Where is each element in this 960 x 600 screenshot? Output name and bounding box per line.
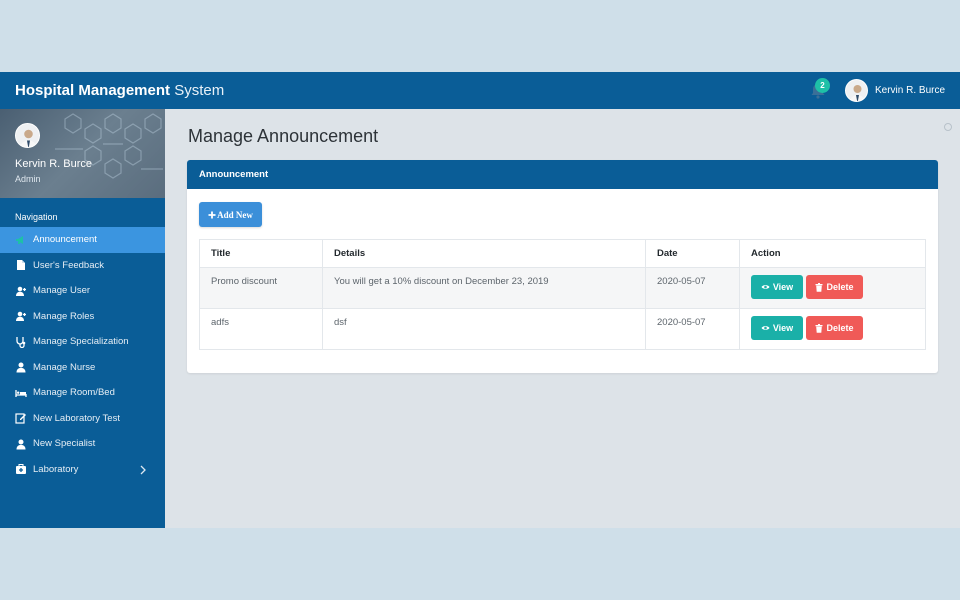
sidebar-item-laboratory[interactable]: Laboratory (0, 457, 165, 483)
trash-icon (815, 282, 823, 292)
plus-icon (208, 211, 216, 218)
view-button[interactable]: View (751, 275, 803, 299)
card-title: Announcement (199, 169, 269, 180)
sidebar-item-users-feedback[interactable]: User's Feedback (0, 253, 165, 279)
profile-role: Admin (15, 174, 41, 184)
delete-button[interactable]: Delete (806, 275, 863, 299)
trash-icon (815, 323, 823, 333)
announcement-card: Announcement Add New Title Details Date … (187, 160, 938, 373)
delete-button[interactable]: Delete (806, 316, 863, 340)
delete-label: Delete (826, 282, 854, 292)
column-header-title: Title (199, 239, 323, 268)
brand-light-text: System (170, 82, 225, 99)
sidebar-item-manage-user[interactable]: Manage User (0, 278, 165, 304)
nav-section-title: Navigation (15, 212, 58, 222)
app-brand[interactable]: Hospital Management System (15, 82, 224, 99)
app-window: Hospital Management System 2 Kervin R. B… (0, 72, 960, 528)
main-content: Manage Announcement Announcement Add New… (165, 109, 960, 528)
page-title: Manage Announcement (188, 126, 379, 146)
stethoscope-icon (16, 336, 26, 348)
avatar[interactable] (15, 123, 40, 148)
cell-action: View Delete (739, 267, 926, 309)
notification-badge[interactable]: 2 (815, 78, 830, 93)
view-label: View (772, 282, 794, 292)
cell-title: Promo discount (199, 267, 323, 309)
card-header: Announcement (187, 160, 938, 189)
cell-title: adfs (199, 308, 323, 350)
sidebar: Kervin R. Burce Admin Navigation Announc… (0, 109, 165, 528)
sidebar-item-new-specialist[interactable]: New Specialist (0, 431, 165, 457)
sidebar-item-label: New Laboratory Test (33, 412, 120, 424)
add-new-button[interactable]: Add New (199, 202, 262, 227)
top-user-name[interactable]: Kervin R. Burce (875, 85, 945, 96)
bullhorn-icon (16, 235, 23, 244)
table-row: adfs dsf 2020-05-07 View Delete (199, 308, 926, 350)
medical-pattern-icon (55, 113, 163, 179)
column-header-details: Details (322, 239, 646, 268)
sidebar-item-manage-nurse[interactable]: Manage Nurse (0, 355, 165, 381)
column-header-date: Date (645, 239, 740, 268)
sidebar-item-label: Manage Specialization (33, 336, 129, 348)
cell-date: 2020-05-07 (645, 267, 740, 309)
announcement-table: Title Details Date Action Promo discount… (199, 239, 926, 350)
view-button[interactable]: View (751, 316, 803, 340)
sidebar-item-label: Manage Roles (33, 310, 95, 322)
bed-icon (15, 389, 27, 397)
sidebar-item-label: Laboratory (33, 463, 79, 475)
sidebar-item-manage-roles[interactable]: Manage Roles (0, 304, 165, 330)
table-row: Promo discount You will get a 10% discou… (199, 267, 926, 309)
sidebar-item-manage-room-bed[interactable]: Manage Room/Bed (0, 380, 165, 406)
sidebar-item-manage-specialization[interactable]: Manage Specialization (0, 329, 165, 355)
file-icon (17, 260, 25, 271)
view-label: View (772, 323, 794, 333)
sidebar-item-new-laboratory-test[interactable]: New Laboratory Test (0, 406, 165, 432)
sidebar-item-label: User's Feedback (33, 259, 104, 271)
medkit-icon (16, 464, 26, 475)
user-avatar-icon (16, 124, 39, 147)
top-navbar: Hospital Management System 2 Kervin R. B… (0, 72, 960, 109)
sidebar-item-announcement[interactable]: Announcement (0, 227, 165, 253)
user-plus-icon (16, 311, 26, 322)
avatar[interactable] (845, 79, 868, 102)
nav-list: Announcement User's Feedback Manage User… (0, 227, 165, 482)
brand-bold-text: Hospital Management (15, 82, 171, 99)
profile-name: Kervin R. Burce (15, 158, 93, 170)
edit-icon (15, 413, 26, 424)
table-header-row: Title Details Date Action (199, 239, 926, 268)
user-icon (16, 362, 26, 373)
user-plus-icon (16, 286, 26, 296)
loading-indicator (944, 123, 952, 131)
cell-details: dsf (322, 308, 646, 350)
cell-action: View Delete (739, 308, 926, 350)
sidebar-item-label: Announcement (33, 234, 97, 246)
add-new-label: Add New (217, 209, 253, 220)
chevron-right-icon (140, 465, 146, 474)
column-header-action: Action (739, 239, 926, 268)
cell-details: You will get a 10% discount on December … (322, 267, 646, 309)
sidebar-item-label: New Specialist (33, 438, 96, 450)
sidebar-item-label: Manage Room/Bed (33, 387, 115, 399)
user-icon (16, 439, 26, 450)
cell-date: 2020-05-07 (645, 308, 740, 350)
eye-icon (761, 285, 770, 289)
user-avatar-icon (846, 80, 867, 101)
sidebar-item-label: Manage Nurse (33, 361, 96, 373)
delete-label: Delete (826, 323, 854, 333)
sidebar-profile: Kervin R. Burce Admin (0, 109, 165, 198)
sidebar-item-label: Manage User (33, 285, 91, 297)
eye-icon (761, 326, 770, 330)
